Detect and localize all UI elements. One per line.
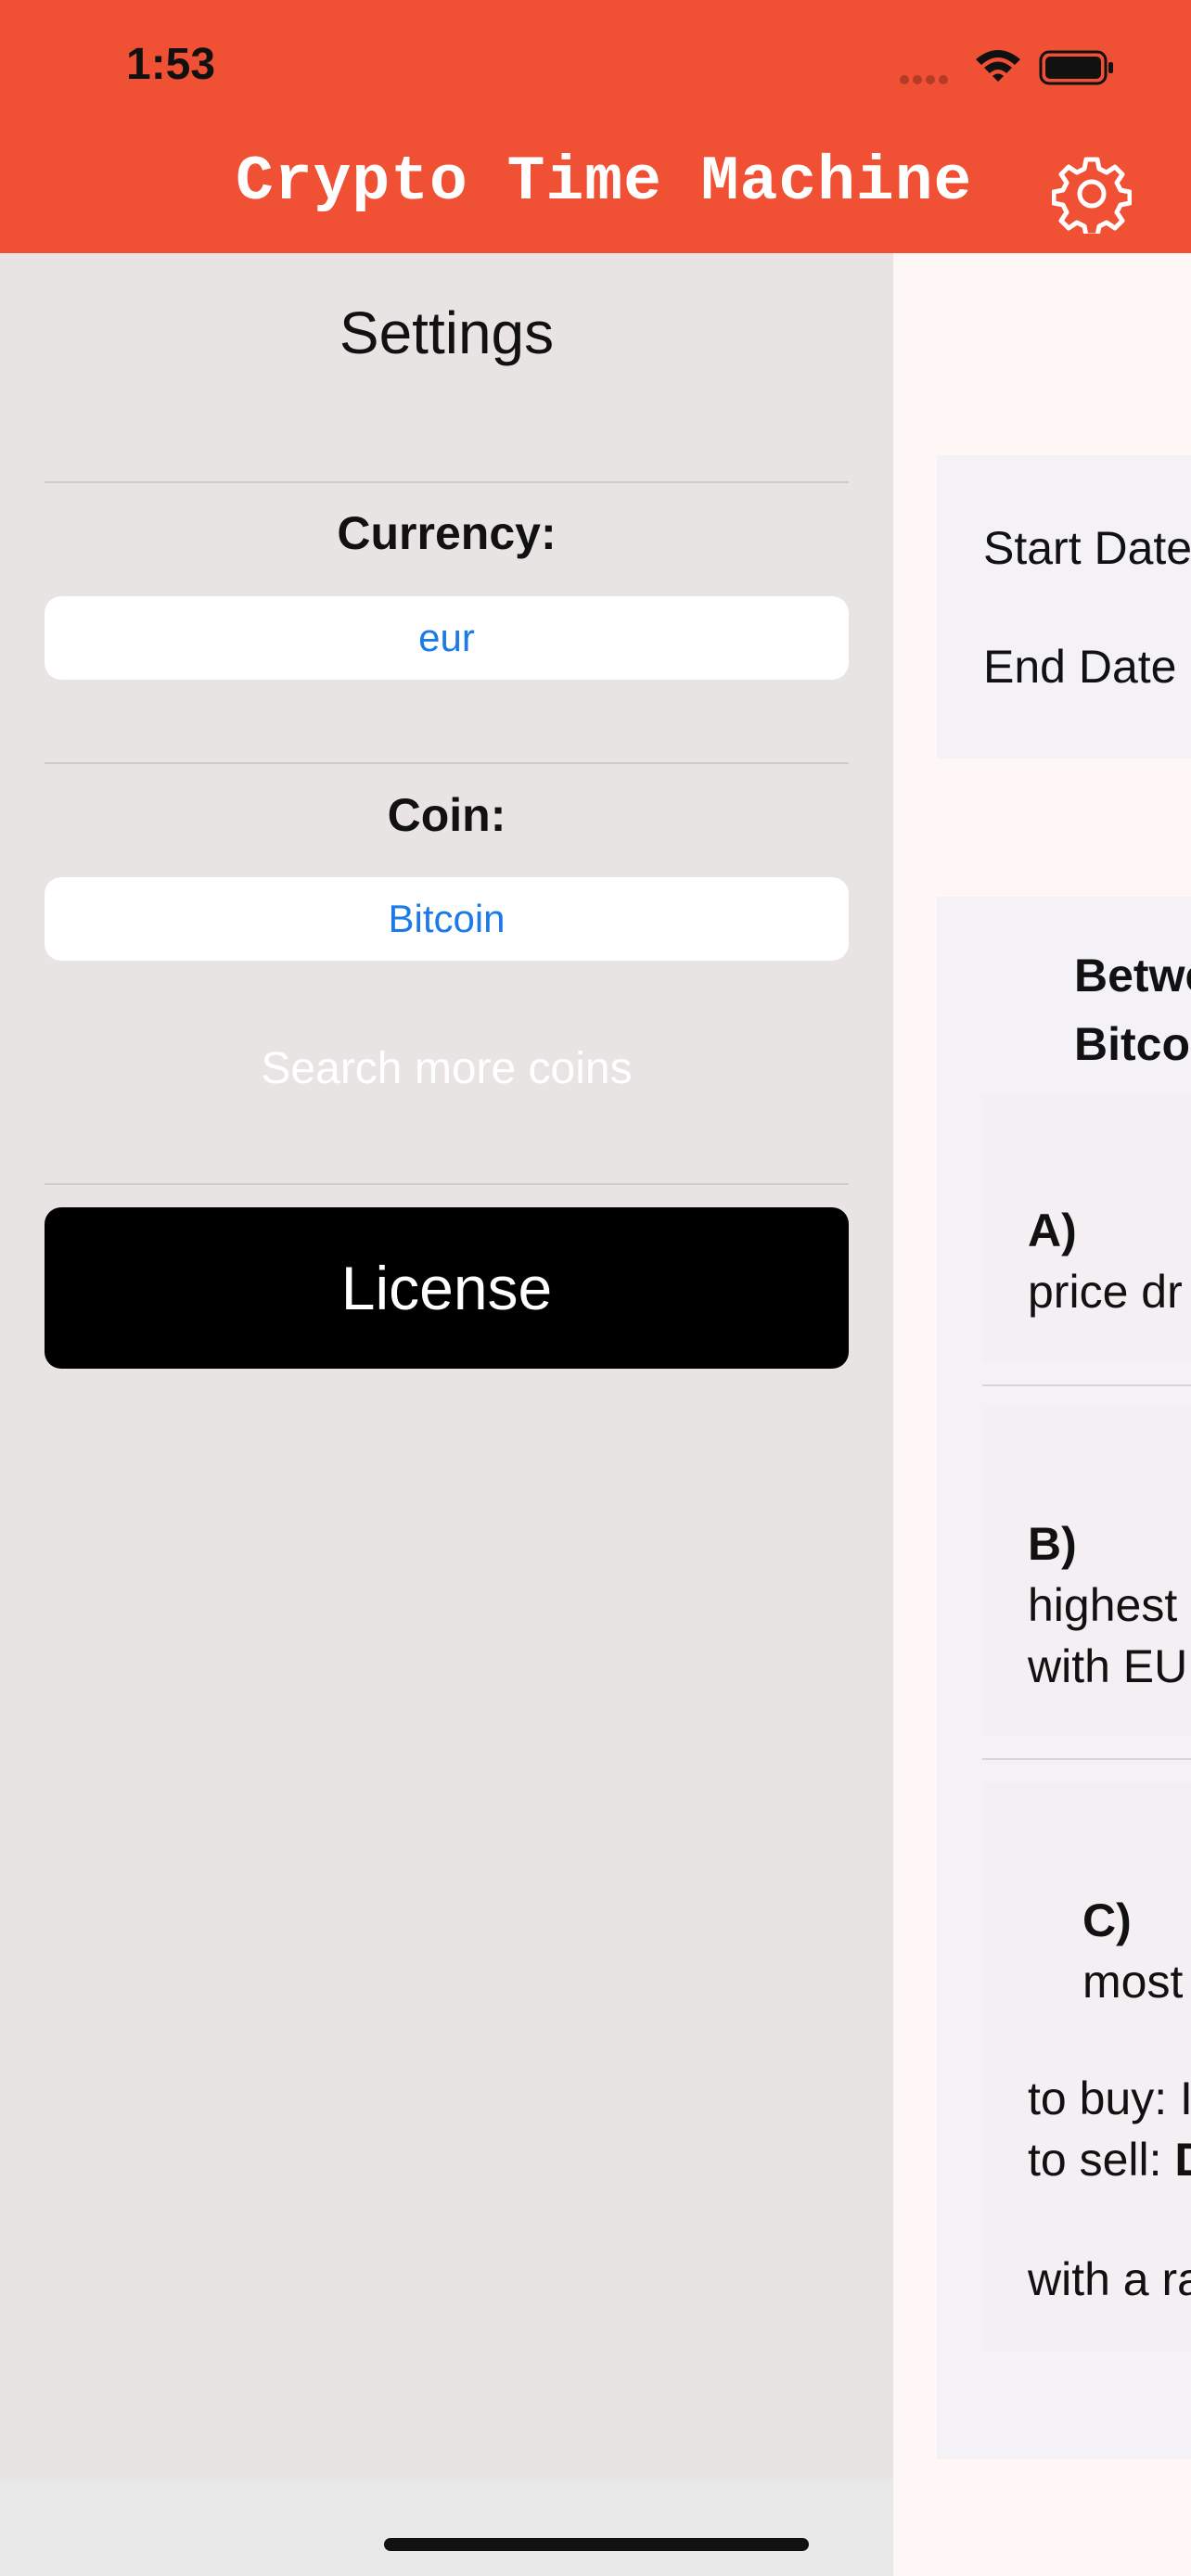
divider xyxy=(45,1183,849,1185)
end-date-label[interactable]: End Date xyxy=(983,640,1176,694)
search-more-coins-button[interactable]: Search more coins xyxy=(0,1043,893,1094)
divider xyxy=(982,1384,1191,1386)
option-b-text: B) highest with EU xyxy=(1028,1518,1188,1692)
start-date-label[interactable]: Start Date xyxy=(983,521,1191,575)
divider xyxy=(45,481,849,483)
result-heading: Betwe Bitco xyxy=(1074,950,1191,1070)
option-a-text: A) price dr xyxy=(1028,1205,1183,1318)
date-card xyxy=(937,455,1191,759)
settings-panel-bottom xyxy=(0,2479,893,2576)
status-time: 1:53 xyxy=(126,40,216,89)
home-indicator[interactable] xyxy=(384,2538,809,2551)
divider xyxy=(45,762,849,764)
gear-icon[interactable] xyxy=(1052,154,1132,234)
wifi-icon xyxy=(976,50,1020,82)
cellular-signal-icon xyxy=(900,72,957,84)
currency-label: Currency: xyxy=(337,507,557,559)
divider xyxy=(982,1758,1191,1760)
coin-label: Coin: xyxy=(387,789,506,841)
battery-icon xyxy=(1039,50,1113,85)
option-c-text: C) most xyxy=(1082,1894,1184,2008)
coin-picker[interactable]: Bitcoin xyxy=(45,877,849,961)
settings-title: Settings xyxy=(339,300,555,366)
option-c-buy-sell: to buy: I to sell: D xyxy=(1028,2072,1191,2186)
app-title: Crypto Time Machine xyxy=(236,147,973,218)
app-screen: 1:53 Crypto Time Machine Start Date End … xyxy=(0,0,1191,2576)
license-button[interactable]: License xyxy=(45,1207,849,1369)
currency-picker[interactable]: eur xyxy=(45,596,849,680)
option-c-with: with a ra xyxy=(1028,2253,1191,2305)
